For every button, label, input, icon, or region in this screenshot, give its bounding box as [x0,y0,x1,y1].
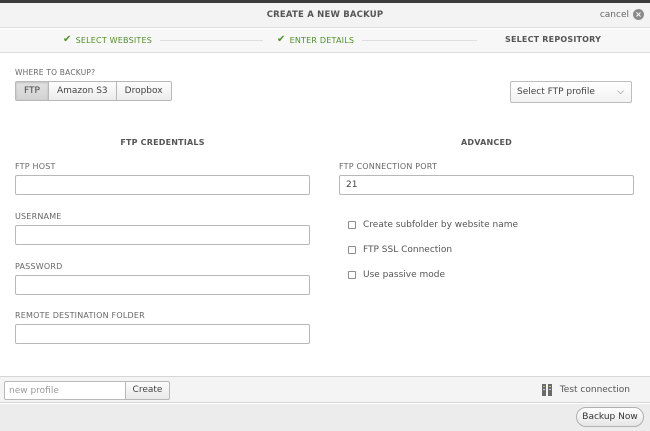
advanced-title: ADVANCED [461,138,512,147]
ftp-ssl-checkbox[interactable] [348,246,356,254]
action-bar: Backup Now [0,404,650,431]
option-ftp-ssl[interactable]: FTP SSL Connection [348,245,452,255]
ftp-profile-select[interactable]: Select FTP profile ⌵ [510,81,632,103]
ftp-host-input[interactable] [15,175,310,195]
chevron-down-icon: ⌵ [617,87,624,97]
option-label: FTP SSL Connection [363,245,453,255]
check-icon: ✔ [63,34,72,45]
remote-folder-label: REMOTE DESTINATION FOLDER [15,311,145,320]
password-input[interactable] [15,275,310,295]
wizard-steps: ✔ SELECT WEBSITES ✔ ENTER DETAILS SELECT… [0,29,650,53]
storage-option-ftp[interactable]: FTP [16,82,49,100]
cancel-label: cancel [599,9,629,20]
new-profile-input[interactable] [4,381,125,400]
ftp-credentials-title: FTP CREDENTIALS [120,138,205,147]
step-label: ENTER DETAILS [289,35,355,45]
step-select-repository: SELECT REPOSITORY [505,35,601,44]
username-input[interactable] [15,225,310,245]
create-profile-button[interactable]: Create [125,381,170,400]
step-select-websites[interactable]: ✔ SELECT WEBSITES [63,35,152,45]
passive-mode-checkbox[interactable] [348,271,356,279]
check-icon: ✔ [277,34,286,45]
remote-folder-input[interactable] [15,324,310,344]
cancel-button[interactable]: cancel × [600,9,644,20]
footer-bar: Create Test connection [0,376,650,403]
server-icon [541,384,552,396]
step-label: SELECT REPOSITORY [505,35,602,44]
create-subfolder-checkbox[interactable] [348,221,356,229]
test-connection-label: Test connection [559,385,630,395]
step-label: SELECT WEBSITES [75,35,153,45]
backup-now-button[interactable]: Backup Now [576,407,644,427]
dialog-header: CREATE A NEW BACKUP cancel × [0,3,650,28]
connection-port-label: FTP CONNECTION PORT [339,162,438,171]
option-label: Use passive mode [363,270,446,280]
storage-option-amazon-s3[interactable]: Amazon S3 [48,82,117,100]
connection-port-input[interactable] [339,175,634,195]
dialog-title: CREATE A NEW BACKUP [266,10,384,20]
ftp-profile-select-value: Select FTP profile [517,87,595,97]
option-label: Create subfolder by website name [363,220,519,230]
option-passive-mode[interactable]: Use passive mode [348,270,445,280]
where-to-backup-label: WHERE TO BACKUP? [15,68,96,77]
storage-option-dropbox[interactable]: Dropbox [116,82,171,100]
ftp-host-label: FTP HOST [15,162,56,171]
password-label: PASSWORD [15,262,63,271]
close-icon[interactable]: × [633,9,644,20]
test-connection-button[interactable]: Test connection [541,384,630,396]
step-divider [160,40,263,41]
step-enter-details[interactable]: ✔ ENTER DETAILS [277,35,354,45]
username-label: USERNAME [15,212,62,221]
option-create-subfolder[interactable]: Create subfolder by website name [348,220,518,230]
storage-type-selector: FTP Amazon S3 Dropbox [15,81,172,101]
step-divider [362,40,477,41]
